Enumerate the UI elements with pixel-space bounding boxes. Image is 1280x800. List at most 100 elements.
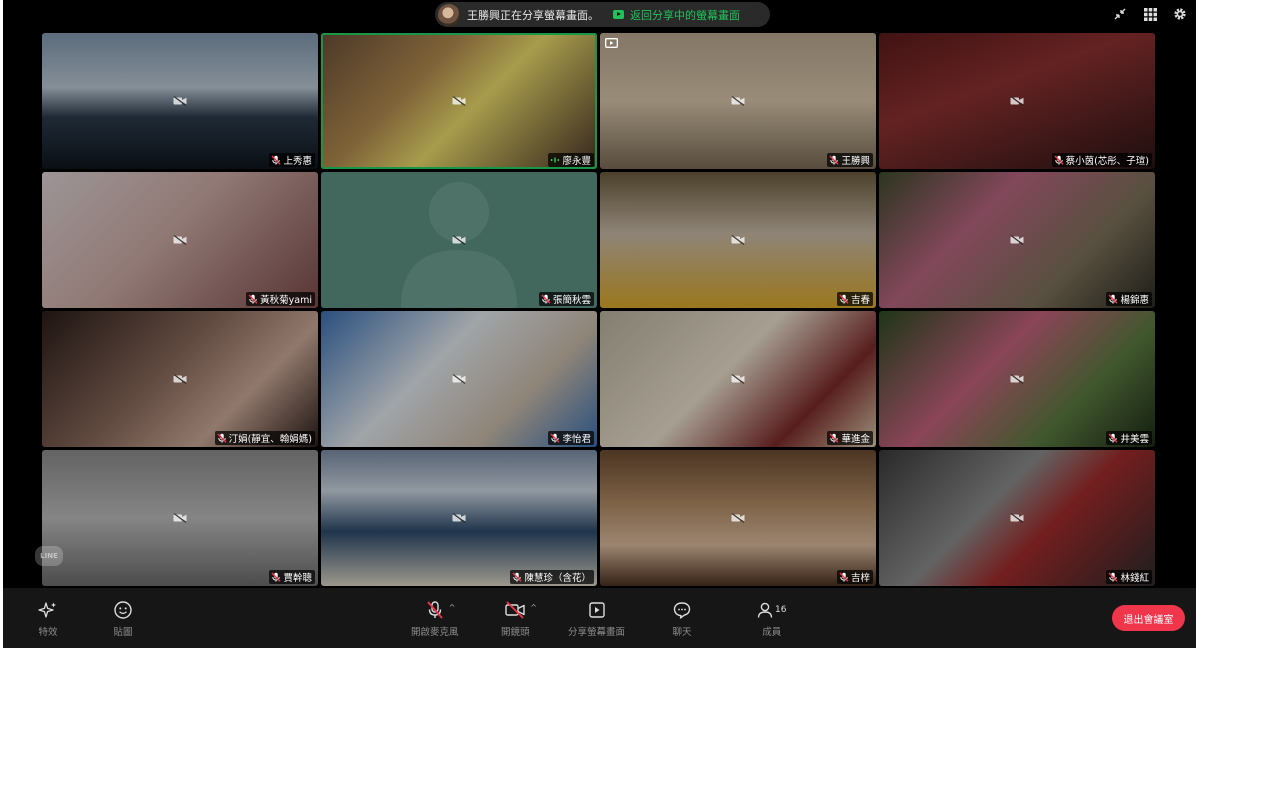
members-icon-group: 16 [757, 600, 786, 620]
participant-name: 上秀惠 [283, 156, 312, 167]
mic-muted-icon [217, 433, 227, 443]
mic-muted-icon [271, 572, 281, 582]
participant-nameplate: 李怡君 [548, 431, 594, 445]
camera-off-icon [452, 235, 466, 245]
chat-bubble-icon [672, 600, 692, 620]
participant-tile[interactable]: 李怡君 [321, 311, 597, 447]
screen-share-indicator-icon [605, 38, 618, 48]
top-right-controls [1112, 6, 1188, 22]
bottom-toolbar: 特效 貼圖 ^ 開啟麥克風 ^ 開鏡頭 分享螢幕畫面 聊天 16 成員 退出會議… [3, 588, 1196, 648]
participant-tile[interactable]: 上秀惠 [42, 33, 318, 169]
microphone-button[interactable]: ^ 開啟麥克風 [411, 600, 459, 638]
camera-off-icon [1010, 235, 1024, 245]
chat-button[interactable]: 聊天 [672, 600, 692, 638]
share-screen-icon [587, 600, 607, 620]
participant-tile[interactable]: 陳慧珍（含花） [321, 450, 597, 586]
camera-off-icon [1010, 513, 1024, 523]
participant-name: 李怡君 [562, 434, 591, 445]
camera-off-icon [731, 96, 745, 106]
mic-muted-icon [1108, 572, 1118, 582]
participant-tile[interactable]: 蔡小茵(芯彤、子瑄) [879, 33, 1155, 169]
mic-muted-icon [541, 294, 551, 304]
camera-options-caret[interactable]: ^ [530, 603, 537, 612]
share-screen-button[interactable]: 分享螢幕畫面 [568, 600, 625, 638]
return-to-share-label: 返回分享中的螢幕畫面 [630, 8, 740, 22]
mic-muted-icon [512, 572, 522, 582]
camera-off-icon [452, 96, 466, 106]
minimize-icon[interactable] [1112, 6, 1128, 22]
participant-tile[interactable]: 廖永豐 [321, 33, 597, 169]
participant-name: 蔡小茵(芯彤、子瑄) [1065, 156, 1149, 167]
participant-tile[interactable]: 吉春 [600, 172, 876, 308]
mic-muted-icon [248, 294, 258, 304]
participant-tile[interactable]: 吉梓 [600, 450, 876, 586]
participant-nameplate: 上秀惠 [269, 153, 315, 167]
camera-off-icon [173, 96, 187, 106]
mic-muted-icon [839, 294, 849, 304]
camera-off-icon [173, 513, 187, 523]
mic-options-caret[interactable]: ^ [449, 603, 456, 612]
participant-nameplate: 賈幹聰 [269, 570, 315, 584]
mic-muted-icon [839, 572, 849, 582]
settings-icon[interactable] [1172, 6, 1188, 22]
sharing-status-text: 王勝興正在分享螢幕畫面。 [467, 8, 599, 22]
sticker-icon [113, 600, 133, 620]
participant-name: 賈幹聰 [283, 573, 312, 584]
mic-muted-icon [271, 155, 281, 165]
person-icon [757, 602, 773, 618]
effects-label: 特效 [38, 627, 58, 638]
participant-tile[interactable]: 黃秋菊yami [42, 172, 318, 308]
participant-nameplate: 吉梓 [836, 570, 873, 584]
camera-off-icon [173, 374, 187, 384]
participant-tile[interactable]: 華進金 [600, 311, 876, 447]
mic-muted-icon [829, 433, 839, 443]
participant-tile[interactable]: 井美雲 [879, 311, 1155, 447]
camera-off-icon [452, 374, 466, 384]
mic-muted-icon [1054, 155, 1064, 165]
participant-tile[interactable]: 楊錦惠 [879, 172, 1155, 308]
participant-nameplate: 華進金 [827, 431, 873, 445]
participant-nameplate: 井美雲 [1106, 431, 1152, 445]
members-button[interactable]: 16 成員 [757, 600, 786, 638]
participant-nameplate: 王勝興 [827, 153, 873, 167]
participant-nameplate: 楊錦惠 [1106, 292, 1152, 306]
participant-name: 楊錦惠 [1120, 295, 1149, 306]
participant-name: 陳慧珍（含花） [524, 573, 591, 584]
mic-muted-icon [550, 433, 560, 443]
participant-name: 吉春 [850, 295, 870, 306]
participant-tile[interactable]: 賈幹聰 [42, 450, 318, 586]
participant-nameplate: 陳慧珍（含花） [510, 570, 594, 584]
members-count: 16 [775, 605, 787, 615]
meeting-window: 王勝興正在分享螢幕畫面。 返回分享中的螢幕畫面 上秀惠 廖永豐 王勝興 蔡小茵(芯彤、… [3, 0, 1196, 648]
participant-name: 張簡秋雲 [552, 295, 591, 306]
camera-off-icon [452, 513, 466, 523]
stickers-button[interactable]: 貼圖 [113, 600, 133, 638]
participant-name: 廖永豐 [562, 156, 591, 167]
screen-share-banner: 王勝興正在分享螢幕畫面。 返回分享中的螢幕畫面 [435, 2, 770, 27]
participant-tile[interactable]: 張簡秋雲 [321, 172, 597, 308]
participant-name: 王勝興 [841, 156, 870, 167]
grid-view-icon[interactable] [1142, 6, 1158, 22]
camera-off-icon [731, 513, 745, 523]
leave-meeting-button[interactable]: 退出會議室 [1112, 605, 1185, 631]
participant-name: 林錢紅 [1120, 573, 1149, 584]
presenter-avatar [438, 3, 460, 26]
screen-share-icon [613, 10, 624, 19]
camera-button[interactable]: ^ 開鏡頭 [501, 600, 537, 638]
mic-muted-icon [551, 157, 560, 163]
return-to-share-link[interactable]: 返回分享中的螢幕畫面 [613, 7, 740, 23]
sparkle-icon [38, 600, 58, 620]
camera-off-icon [1010, 374, 1024, 384]
participant-nameplate: 廖永豐 [548, 153, 594, 167]
participant-nameplate: 吉春 [836, 292, 873, 306]
participant-tile[interactable]: 林錢紅 [879, 450, 1155, 586]
camera-off-icon [731, 374, 745, 384]
participant-nameplate: 汀娟(靜宜、翰娟媽) [214, 431, 315, 445]
participant-tile[interactable]: 王勝興 [600, 33, 876, 169]
participant-tile[interactable]: 汀娟(靜宜、翰娟媽) [42, 311, 318, 447]
participant-name: 華進金 [841, 434, 870, 445]
participant-nameplate: 林錢紅 [1106, 570, 1152, 584]
effects-button[interactable]: 特效 [38, 600, 58, 638]
participant-grid: 上秀惠 廖永豐 王勝興 蔡小茵(芯彤、子瑄) 黃秋菊yami 張簡秋雲 吉春 楊錦惠汀娟(靜宜… [42, 33, 1155, 586]
participant-name: 井美雲 [1120, 434, 1149, 445]
